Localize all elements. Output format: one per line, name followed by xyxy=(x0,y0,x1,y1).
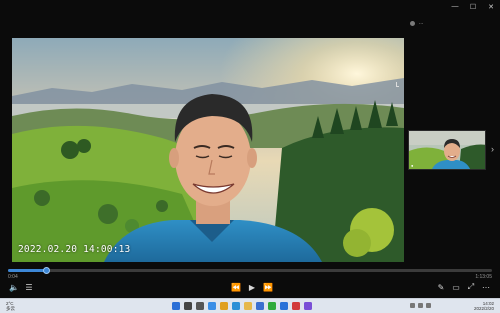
store-icon[interactable] xyxy=(256,302,264,310)
task-view-icon[interactable] xyxy=(196,302,204,310)
pointer-icon xyxy=(396,82,399,87)
widgets-icon[interactable] xyxy=(208,302,216,310)
more-icon[interactable]: ⋯ xyxy=(481,282,491,292)
video-timestamp: 2022.02.20 14:00:13 xyxy=(18,244,131,255)
pinned-apps xyxy=(172,302,312,310)
thumbnail-frame xyxy=(409,131,485,169)
maximize-button[interactable]: ☐ xyxy=(467,3,479,11)
playlist-icon[interactable]: ☰ xyxy=(24,282,34,292)
volume-icon[interactable] xyxy=(426,303,431,308)
edge-icon[interactable] xyxy=(232,302,240,310)
clock-date: 2022/2/20 xyxy=(473,306,494,311)
mail-icon[interactable] xyxy=(280,302,288,310)
current-time: 0:04 xyxy=(8,274,18,280)
wechat-icon[interactable] xyxy=(268,302,276,310)
pen-icon[interactable]: ✎ xyxy=(436,282,446,292)
speaker-icon[interactable]: 🔈 xyxy=(9,282,19,292)
system-tray[interactable] xyxy=(410,303,431,308)
chevron-up-icon[interactable] xyxy=(410,303,415,308)
seek-handle[interactable] xyxy=(43,266,51,274)
main-video[interactable]: 2022.02.20 14:00:13 xyxy=(12,38,404,262)
fullscreen-icon[interactable]: ⤢ xyxy=(466,282,476,292)
chrome-icon[interactable] xyxy=(220,302,228,310)
caption-icon[interactable]: ▭ xyxy=(451,282,461,292)
video-app-icon[interactable] xyxy=(292,302,300,310)
weather-desc: 多云 xyxy=(6,306,15,311)
video-player-window: — ☐ ✕ ... 2022.02.20 14:00:13 ● › 0:04 1… xyxy=(0,0,500,313)
rewind-icon[interactable]: ⏪ xyxy=(230,282,242,292)
minimize-button[interactable]: — xyxy=(449,3,461,10)
total-time: 1:13:05 xyxy=(475,274,492,280)
chevron-right-icon[interactable]: › xyxy=(491,144,494,154)
taskbar: 2°C 多云 14:02 2022/2/20 xyxy=(0,298,500,313)
participant-header: ... xyxy=(410,17,490,29)
play-icon[interactable]: ▶ xyxy=(246,282,258,292)
participant-thumbnail[interactable]: ● xyxy=(408,130,486,170)
wifi-icon[interactable] xyxy=(418,303,423,308)
participant-name: ... xyxy=(419,20,424,26)
seek-bar[interactable] xyxy=(8,266,492,274)
explorer-icon[interactable] xyxy=(244,302,252,310)
close-button[interactable]: ✕ xyxy=(485,3,497,11)
seek-bar-progress xyxy=(8,269,47,272)
start-icon[interactable] xyxy=(172,302,180,310)
weather-widget[interactable]: 2°C 多云 xyxy=(6,301,15,311)
search-icon[interactable] xyxy=(184,302,192,310)
clock[interactable]: 14:02 2022/2/20 xyxy=(474,301,494,311)
forward-icon[interactable]: ⏩ xyxy=(262,282,274,292)
thumbnail-badge: ● xyxy=(411,163,414,168)
photos-icon[interactable] xyxy=(304,302,312,310)
user-icon xyxy=(410,20,415,26)
video-frame xyxy=(12,38,404,262)
